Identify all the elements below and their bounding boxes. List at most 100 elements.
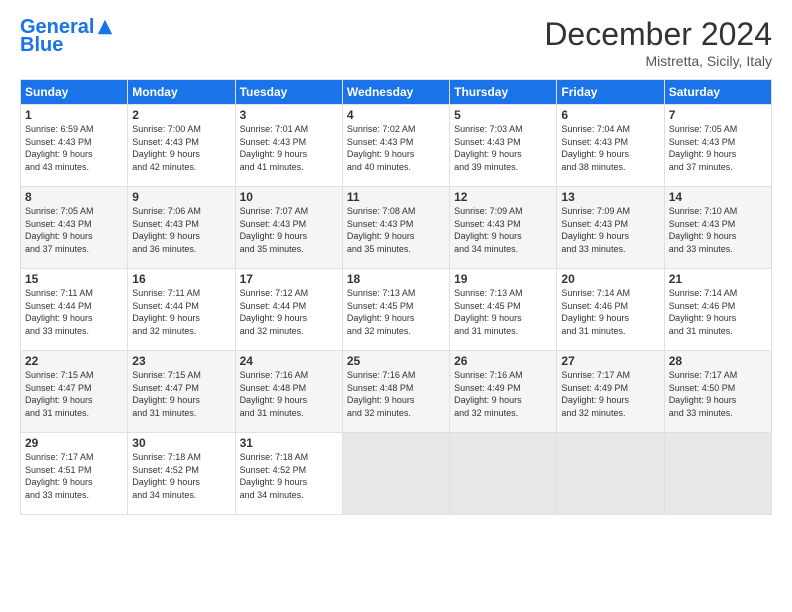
day-cell xyxy=(557,433,664,515)
day-cell: 1 Sunrise: 6:59 AM Sunset: 4:43 PM Dayli… xyxy=(21,105,128,187)
weekday-friday: Friday xyxy=(557,80,664,105)
day-info: Sunrise: 7:17 AM Sunset: 4:51 PM Dayligh… xyxy=(25,451,123,501)
day-cell: 30 Sunrise: 7:18 AM Sunset: 4:52 PM Dayl… xyxy=(128,433,235,515)
day-info: Sunrise: 7:18 AM Sunset: 4:52 PM Dayligh… xyxy=(240,451,338,501)
day-cell: 25 Sunrise: 7:16 AM Sunset: 4:48 PM Dayl… xyxy=(342,351,449,433)
day-info: Sunrise: 7:12 AM Sunset: 4:44 PM Dayligh… xyxy=(240,287,338,337)
day-number: 1 xyxy=(25,108,123,122)
day-cell: 4 Sunrise: 7:02 AM Sunset: 4:43 PM Dayli… xyxy=(342,105,449,187)
day-info: Sunrise: 7:14 AM Sunset: 4:46 PM Dayligh… xyxy=(669,287,767,337)
day-cell: 9 Sunrise: 7:06 AM Sunset: 4:43 PM Dayli… xyxy=(128,187,235,269)
day-cell: 22 Sunrise: 7:15 AM Sunset: 4:47 PM Dayl… xyxy=(21,351,128,433)
day-info: Sunrise: 7:05 AM Sunset: 4:43 PM Dayligh… xyxy=(25,205,123,255)
day-cell: 13 Sunrise: 7:09 AM Sunset: 4:43 PM Dayl… xyxy=(557,187,664,269)
day-info: Sunrise: 6:59 AM Sunset: 4:43 PM Dayligh… xyxy=(25,123,123,173)
day-info: Sunrise: 7:11 AM Sunset: 4:44 PM Dayligh… xyxy=(25,287,123,337)
day-cell: 21 Sunrise: 7:14 AM Sunset: 4:46 PM Dayl… xyxy=(664,269,771,351)
weekday-thursday: Thursday xyxy=(450,80,557,105)
day-info: Sunrise: 7:15 AM Sunset: 4:47 PM Dayligh… xyxy=(132,369,230,419)
day-cell: 14 Sunrise: 7:10 AM Sunset: 4:43 PM Dayl… xyxy=(664,187,771,269)
day-cell: 2 Sunrise: 7:00 AM Sunset: 4:43 PM Dayli… xyxy=(128,105,235,187)
calendar-table: SundayMondayTuesdayWednesdayThursdayFrid… xyxy=(20,79,772,515)
title-block: December 2024 Mistretta, Sicily, Italy xyxy=(544,16,772,69)
day-info: Sunrise: 7:01 AM Sunset: 4:43 PM Dayligh… xyxy=(240,123,338,173)
day-info: Sunrise: 7:04 AM Sunset: 4:43 PM Dayligh… xyxy=(561,123,659,173)
header: General Blue December 2024 Mistretta, Si… xyxy=(20,16,772,69)
weekday-monday: Monday xyxy=(128,80,235,105)
day-cell: 12 Sunrise: 7:09 AM Sunset: 4:43 PM Dayl… xyxy=(450,187,557,269)
day-number: 13 xyxy=(561,190,659,204)
weekday-tuesday: Tuesday xyxy=(235,80,342,105)
day-cell: 17 Sunrise: 7:12 AM Sunset: 4:44 PM Dayl… xyxy=(235,269,342,351)
day-cell: 27 Sunrise: 7:17 AM Sunset: 4:49 PM Dayl… xyxy=(557,351,664,433)
day-info: Sunrise: 7:13 AM Sunset: 4:45 PM Dayligh… xyxy=(347,287,445,337)
weekday-sunday: Sunday xyxy=(21,80,128,105)
day-cell xyxy=(664,433,771,515)
logo: General Blue xyxy=(20,16,114,57)
logo-icon xyxy=(96,18,114,36)
day-info: Sunrise: 7:15 AM Sunset: 4:47 PM Dayligh… xyxy=(25,369,123,419)
day-info: Sunrise: 7:16 AM Sunset: 4:48 PM Dayligh… xyxy=(347,369,445,419)
day-number: 14 xyxy=(669,190,767,204)
day-info: Sunrise: 7:09 AM Sunset: 4:43 PM Dayligh… xyxy=(561,205,659,255)
day-info: Sunrise: 7:17 AM Sunset: 4:49 PM Dayligh… xyxy=(561,369,659,419)
location: Mistretta, Sicily, Italy xyxy=(544,53,772,69)
week-row-4: 22 Sunrise: 7:15 AM Sunset: 4:47 PM Dayl… xyxy=(21,351,772,433)
day-info: Sunrise: 7:18 AM Sunset: 4:52 PM Dayligh… xyxy=(132,451,230,501)
day-info: Sunrise: 7:08 AM Sunset: 4:43 PM Dayligh… xyxy=(347,205,445,255)
day-number: 22 xyxy=(25,354,123,368)
day-number: 7 xyxy=(669,108,767,122)
day-cell: 24 Sunrise: 7:16 AM Sunset: 4:48 PM Dayl… xyxy=(235,351,342,433)
week-row-3: 15 Sunrise: 7:11 AM Sunset: 4:44 PM Dayl… xyxy=(21,269,772,351)
day-cell: 3 Sunrise: 7:01 AM Sunset: 4:43 PM Dayli… xyxy=(235,105,342,187)
day-info: Sunrise: 7:10 AM Sunset: 4:43 PM Dayligh… xyxy=(669,205,767,255)
logo-blue: Blue xyxy=(20,34,63,57)
day-cell: 8 Sunrise: 7:05 AM Sunset: 4:43 PM Dayli… xyxy=(21,187,128,269)
day-number: 18 xyxy=(347,272,445,286)
weekday-saturday: Saturday xyxy=(664,80,771,105)
day-cell: 6 Sunrise: 7:04 AM Sunset: 4:43 PM Dayli… xyxy=(557,105,664,187)
day-info: Sunrise: 7:05 AM Sunset: 4:43 PM Dayligh… xyxy=(669,123,767,173)
day-info: Sunrise: 7:09 AM Sunset: 4:43 PM Dayligh… xyxy=(454,205,552,255)
day-cell: 5 Sunrise: 7:03 AM Sunset: 4:43 PM Dayli… xyxy=(450,105,557,187)
day-number: 12 xyxy=(454,190,552,204)
day-number: 10 xyxy=(240,190,338,204)
day-info: Sunrise: 7:00 AM Sunset: 4:43 PM Dayligh… xyxy=(132,123,230,173)
day-info: Sunrise: 7:16 AM Sunset: 4:49 PM Dayligh… xyxy=(454,369,552,419)
week-row-5: 29 Sunrise: 7:17 AM Sunset: 4:51 PM Dayl… xyxy=(21,433,772,515)
day-number: 27 xyxy=(561,354,659,368)
day-cell xyxy=(342,433,449,515)
day-cell: 10 Sunrise: 7:07 AM Sunset: 4:43 PM Dayl… xyxy=(235,187,342,269)
day-number: 28 xyxy=(669,354,767,368)
day-cell: 28 Sunrise: 7:17 AM Sunset: 4:50 PM Dayl… xyxy=(664,351,771,433)
day-cell: 29 Sunrise: 7:17 AM Sunset: 4:51 PM Dayl… xyxy=(21,433,128,515)
day-number: 30 xyxy=(132,436,230,450)
week-row-2: 8 Sunrise: 7:05 AM Sunset: 4:43 PM Dayli… xyxy=(21,187,772,269)
day-number: 6 xyxy=(561,108,659,122)
day-number: 26 xyxy=(454,354,552,368)
day-number: 25 xyxy=(347,354,445,368)
week-row-1: 1 Sunrise: 6:59 AM Sunset: 4:43 PM Dayli… xyxy=(21,105,772,187)
day-number: 2 xyxy=(132,108,230,122)
day-number: 5 xyxy=(454,108,552,122)
day-number: 16 xyxy=(132,272,230,286)
day-cell: 23 Sunrise: 7:15 AM Sunset: 4:47 PM Dayl… xyxy=(128,351,235,433)
weekday-wednesday: Wednesday xyxy=(342,80,449,105)
day-number: 15 xyxy=(25,272,123,286)
day-cell: 18 Sunrise: 7:13 AM Sunset: 4:45 PM Dayl… xyxy=(342,269,449,351)
day-info: Sunrise: 7:16 AM Sunset: 4:48 PM Dayligh… xyxy=(240,369,338,419)
day-cell: 26 Sunrise: 7:16 AM Sunset: 4:49 PM Dayl… xyxy=(450,351,557,433)
day-cell: 20 Sunrise: 7:14 AM Sunset: 4:46 PM Dayl… xyxy=(557,269,664,351)
day-info: Sunrise: 7:03 AM Sunset: 4:43 PM Dayligh… xyxy=(454,123,552,173)
day-info: Sunrise: 7:17 AM Sunset: 4:50 PM Dayligh… xyxy=(669,369,767,419)
weekday-header-row: SundayMondayTuesdayWednesdayThursdayFrid… xyxy=(21,80,772,105)
day-cell: 15 Sunrise: 7:11 AM Sunset: 4:44 PM Dayl… xyxy=(21,269,128,351)
day-number: 9 xyxy=(132,190,230,204)
day-number: 4 xyxy=(347,108,445,122)
day-info: Sunrise: 7:14 AM Sunset: 4:46 PM Dayligh… xyxy=(561,287,659,337)
day-info: Sunrise: 7:13 AM Sunset: 4:45 PM Dayligh… xyxy=(454,287,552,337)
day-number: 23 xyxy=(132,354,230,368)
day-number: 3 xyxy=(240,108,338,122)
day-number: 20 xyxy=(561,272,659,286)
day-number: 24 xyxy=(240,354,338,368)
